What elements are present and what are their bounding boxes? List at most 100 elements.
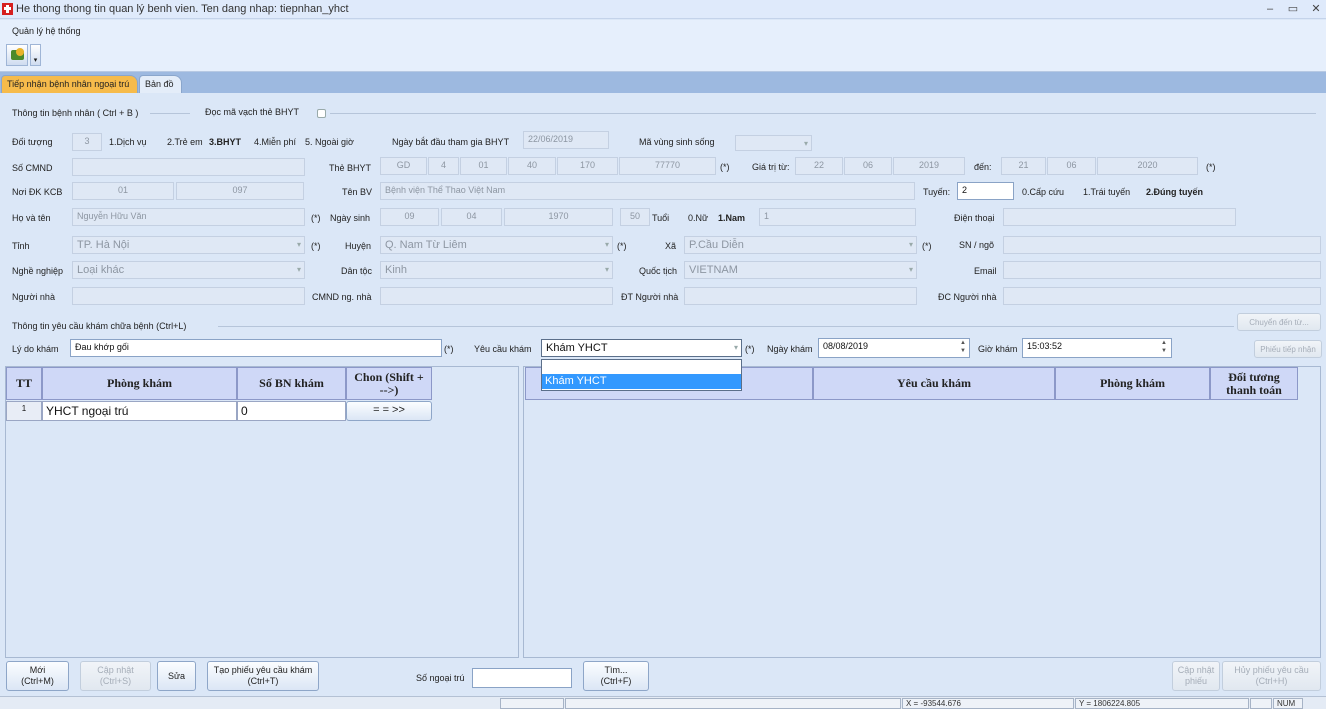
xa-select[interactable]: P.Cầu Diễn <box>684 236 917 254</box>
ngaysinh-month[interactable]: 04 <box>441 208 502 226</box>
opt-ngoai-gio[interactable]: 5. Ngoài giờ <box>305 137 354 147</box>
thebhyt-part-3[interactable]: 01 <box>460 157 507 175</box>
tuyen-cap-cuu[interactable]: 0.Cấp cứu <box>1022 187 1064 197</box>
ngaykham-input[interactable]: 08/08/2019 <box>818 338 970 358</box>
dcnha-input[interactable] <box>1003 287 1321 305</box>
tab-strip <box>0 72 1326 93</box>
required-mark: (*) <box>311 241 321 251</box>
row-so-bn[interactable]: 0 <box>237 401 346 421</box>
chuyen-den-button[interactable]: Chuyển đến từ... <box>1237 313 1321 331</box>
cmndnha-input[interactable] <box>380 287 613 305</box>
thebhyt-part-1[interactable]: GD <box>380 157 427 175</box>
menu-bar <box>0 20 1326 72</box>
tuyen-label: Tuyến: <box>923 187 951 197</box>
tuyen-trai-tuyen[interactable]: 1.Trái tuyến <box>1083 187 1130 197</box>
giokham-input[interactable]: 15:03:52 <box>1022 338 1172 358</box>
phieu-tiep-nhan-button[interactable]: Phiếu tiếp nhận <box>1254 340 1322 358</box>
giatri-day[interactable]: 22 <box>795 157 843 175</box>
restore-button[interactable]: ▭ <box>1285 2 1301 16</box>
ngaykham-label: Ngày khám <box>767 344 813 354</box>
huy-phieu-button[interactable]: Hủy phiếu yêu cầu (Ctrl+H) <box>1222 661 1321 691</box>
thebhyt-part-2[interactable]: 4 <box>428 157 459 175</box>
opt-bhyt[interactable]: 3.BHYT <box>209 137 241 147</box>
mavung-select[interactable] <box>735 135 812 151</box>
giokham-spinner-icon[interactable]: ▲ ▼ <box>1159 339 1169 357</box>
ngaysinh-day[interactable]: 09 <box>380 208 439 226</box>
dtnha-label: ĐT Người nhà <box>621 292 679 302</box>
toolbar-app-icon[interactable] <box>6 44 28 66</box>
gioi-tinh-input[interactable]: 1 <box>759 208 916 226</box>
den-year[interactable]: 2020 <box>1097 157 1198 175</box>
yeu-cau-grid <box>523 366 1321 658</box>
tao-phieu-button[interactable]: Tạo phiếu yêu cầu khám (Ctrl+T) <box>207 661 319 691</box>
tuyen-input[interactable]: 2 <box>957 182 1014 200</box>
row-tt: 1 <box>6 401 42 421</box>
hoten-input[interactable]: Nguyễn Hữu Văn <box>72 208 305 226</box>
tab-tiep-nhan[interactable]: Tiếp nhận bệnh nhân ngoại trú <box>1 75 138 93</box>
menu-system[interactable]: Quản lý hệ thống <box>12 26 81 36</box>
cap-nhat-phieu-button[interactable]: Cập nhật phiếu <box>1172 661 1220 691</box>
close-button[interactable]: ✕ <box>1308 2 1324 16</box>
ngaysinh-label: Ngày sinh <box>330 213 371 223</box>
lydo-input[interactable]: Đau khớp gối <box>70 339 442 357</box>
dantoc-select[interactable]: Kinh <box>380 261 613 279</box>
thebhyt-part-5[interactable]: 170 <box>557 157 618 175</box>
yeucau-label: Yêu cầu khám <box>474 344 532 354</box>
dtnha-input[interactable] <box>684 287 917 305</box>
thebhyt-part-6[interactable]: 77770 <box>619 157 716 175</box>
email-input[interactable] <box>1003 261 1321 279</box>
row-phong-kham[interactable]: YHCT ngoại trú <box>42 401 237 421</box>
noidk-part-2[interactable]: 097 <box>176 182 304 200</box>
tinh-select[interactable]: TP. Hà Nội <box>72 236 305 254</box>
dienthoai-input[interactable] <box>1003 208 1236 226</box>
status-y: Y = 1806224.805 <box>1075 698 1249 709</box>
tuyen-dung-tuyen[interactable]: 2.Đúng tuyến <box>1146 187 1203 197</box>
ngaysinh-year[interactable]: 1970 <box>504 208 613 226</box>
cap-nhat-button[interactable]: Cập nhật (Ctrl+S) <box>80 661 151 691</box>
toolbar-dropdown-icon[interactable]: ▾ <box>30 44 41 66</box>
gioi-tinh-nam[interactable]: 1.Nam <box>718 213 745 223</box>
tuoi-input[interactable]: 50 <box>620 208 650 226</box>
gioi-tinh-nu[interactable]: 0.Nữ <box>688 213 708 223</box>
mavung-label: Mã vùng sinh sống <box>639 137 715 147</box>
so-ngoai-tru-input[interactable] <box>472 668 572 688</box>
required-mark: (*) <box>617 241 627 251</box>
opt-mien-phi[interactable]: 4.Miễn phí <box>254 137 296 147</box>
tinh-label: Tỉnh <box>12 241 30 251</box>
barcode-checkbox[interactable] <box>317 109 326 118</box>
dienthoai-label: Điện thoại <box>954 213 995 223</box>
tenbv-label: Tên BV <box>342 187 373 197</box>
giatri-year[interactable]: 2019 <box>893 157 965 175</box>
nghe-select[interactable]: Loại khác <box>72 261 305 279</box>
nguoinha-label: Người nhà <box>12 292 55 302</box>
den-day[interactable]: 21 <box>1001 157 1046 175</box>
ngaybd-input[interactable]: 22/06/2019 <box>523 131 609 149</box>
thebhyt-part-4[interactable]: 40 <box>508 157 556 175</box>
dropdown-option[interactable]: Khám YHCT <box>542 374 741 389</box>
hoten-label: Họ và tên <box>12 213 51 223</box>
nguoinha-input[interactable] <box>72 287 305 305</box>
cmnd-input[interactable] <box>72 158 305 176</box>
noidk-part-1[interactable]: 01 <box>72 182 174 200</box>
status-cell <box>1250 698 1272 709</box>
giatri-month[interactable]: 06 <box>844 157 892 175</box>
noidk-label: Nơi ĐK KCB <box>12 187 63 197</box>
tab-ban-do[interactable]: Bản đồ <box>139 75 182 93</box>
tenbv-input[interactable]: Bệnh viện Thể Thao Việt Nam <box>380 182 915 200</box>
ngaykham-spinner-icon[interactable]: ▲ ▼ <box>958 339 968 357</box>
tim-button[interactable]: Tìm... (Ctrl+F) <box>583 661 649 691</box>
col-so-bn: Số BN khám <box>237 367 346 400</box>
sn-input[interactable] <box>1003 236 1321 254</box>
moi-button[interactable]: Mới (Ctrl+M) <box>6 661 69 691</box>
sua-button[interactable]: Sửa <box>157 661 196 691</box>
chon-button[interactable]: = = >> <box>346 401 432 421</box>
opt-tre-em[interactable]: 2.Trẻ em <box>167 137 203 147</box>
den-month[interactable]: 06 <box>1047 157 1096 175</box>
huyen-select[interactable]: Q. Nam Từ Liêm <box>380 236 613 254</box>
divider <box>218 326 1234 327</box>
minimize-button[interactable]: – <box>1262 2 1278 16</box>
doituong-input[interactable]: 3 <box>72 133 102 151</box>
yeucau-select[interactable]: Khám YHCT <box>541 339 742 357</box>
quoctich-select[interactable]: VIETNAM <box>684 261 917 279</box>
opt-dich-vu[interactable]: 1.Dịch vụ <box>109 137 147 147</box>
